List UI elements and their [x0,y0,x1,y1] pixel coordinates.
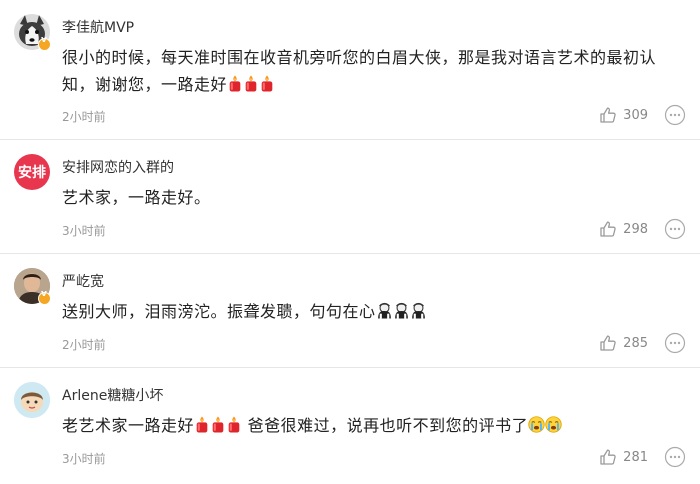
comment-text-content: 很小的时候，每天准时围在收音机旁听您的白眉大侠，那是我对语言艺术的最初认知，谢谢… [62,48,657,94]
verified-badge-icon [38,289,51,305]
like-count: 281 [623,449,648,465]
bow-icon [410,302,427,319]
comment-text: 很小的时候，每天准时围在收音机旁听您的白眉大侠，那是我对语言艺术的最初认知，谢谢… [62,44,682,98]
more-options-icon[interactable] [664,104,686,126]
like-count: 309 [623,107,648,123]
candle-icon [259,75,275,92]
crying-icon [545,416,562,433]
candle-icon [243,75,259,92]
thumbs-up-icon [599,448,617,466]
like-button[interactable]: 285 [599,334,648,352]
like-button[interactable]: 309 [599,106,648,124]
comment-item: 安排 安排网恋的入群的 艺术家，一路走好。 3小时前 298 [0,140,700,254]
like-button[interactable]: 298 [599,220,648,238]
bow-icon [376,302,393,319]
avatar[interactable]: 安排 [14,154,50,190]
candle-icon [194,416,210,433]
more-options-icon[interactable] [664,332,686,354]
thumbs-up-icon [599,334,617,352]
comment-time: 2小时前 [62,110,106,124]
comment-time: 3小时前 [62,224,106,238]
thumbs-up-icon [599,106,617,124]
bow-icon [393,302,410,319]
comment-text-content: 爸爸很难过，说再也听不到您的评书了 [242,416,529,435]
candle-icon [210,416,226,433]
comment-text: 艺术家，一路走好。 [62,184,682,211]
comment-text-content: 老艺术家一路走好 [62,416,195,435]
candle-icon [226,416,242,433]
thumbs-up-icon [599,220,617,238]
candle-icon [227,75,243,92]
cartoon-avatar-icon [14,382,50,418]
more-options-icon[interactable] [664,218,686,240]
avatar[interactable] [14,382,50,418]
more-options-icon[interactable] [664,446,686,468]
comment-username[interactable]: Arlene糖糖小坏 [62,385,163,405]
comment-text-content: 送别大师，泪雨滂沱。振聋发聩，句句在心 [62,302,376,321]
crying-icon [528,416,545,433]
comment-text: 老艺术家一路走好 爸爸很难过，说再也听不到您的评书了 [62,412,682,439]
like-count: 285 [623,335,648,351]
comment-text: 送别大师，泪雨滂沱。振聋发聩，句句在心 [62,298,682,325]
comment-time: 2小时前 [62,338,106,352]
comment-username[interactable]: 安排网恋的入群的 [62,157,174,177]
comment-username[interactable]: 严屹宽 [62,271,104,291]
comment-item: 李佳航MVP 很小的时候，每天准时围在收音机旁听您的白眉大侠，那是我对语言艺术的… [0,0,700,140]
comment-time: 3小时前 [62,452,106,466]
comment-username[interactable]: 李佳航MVP [62,17,134,37]
avatar-text: 安排 [18,165,46,181]
verified-badge-icon [38,35,51,51]
comment-item: 严屹宽 送别大师，泪雨滂沱。振聋发聩，句句在心 2小时前 285 [0,254,700,368]
like-button[interactable]: 281 [599,448,648,466]
comment-text-content: 艺术家，一路走好。 [62,188,211,207]
like-count: 298 [623,221,648,237]
comment-item: Arlene糖糖小坏 老艺术家一路走好 爸爸很难过，说再也听不到您的评书了 3小… [0,368,700,484]
